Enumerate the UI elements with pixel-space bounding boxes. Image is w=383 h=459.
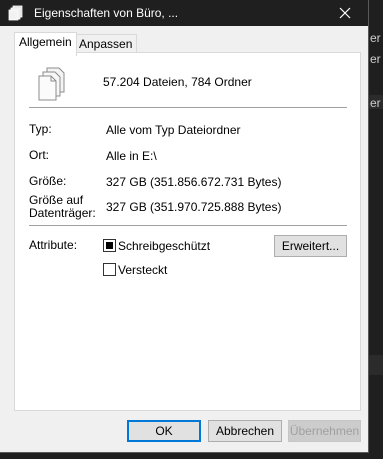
location-value: Alle in E:\ [106,149,157,163]
hidden-checkbox-box[interactable] [103,263,116,276]
advanced-button-label: Erweitert... [281,239,340,253]
properties-dialog: Eigenschaften von Büro, ... Allgemein An… [0,0,369,453]
cancel-button-label: Abbrechen [215,424,275,438]
type-value: Alle vom Typ Dateiordner [106,123,241,137]
background-text: er [370,96,381,110]
hidden-checkbox-label: Versteckt [118,263,168,277]
general-panel: 57.204 Dateien, 784 Ordner Typ: Alle vom… [14,52,361,411]
close-icon [339,7,351,19]
separator [29,225,347,226]
ok-button-label: OK [155,424,173,438]
advanced-button[interactable]: Erweitert... [274,235,347,257]
separator [29,107,347,108]
tab-allgemein[interactable]: Allgemein [14,32,77,56]
summary-text: 57.204 Dateien, 784 Ordner [103,75,252,89]
background-text: er [370,31,381,45]
readonly-checkbox-label: Schreibgeschützt [118,239,211,253]
multiple-files-icon [35,67,71,101]
window-title: Eigenschaften von Büro, ... [34,6,179,20]
disk-size-value: 327 GB (351.970.725.888 Bytes) [106,200,282,214]
cancel-button[interactable]: Abbrechen [208,420,282,442]
disk-size-label-line2: Datenträger: [29,206,96,220]
size-label: Größe: [29,174,67,188]
size-value: 327 GB (351.856.672.731 Bytes) [106,175,282,189]
background-text: er [370,52,381,66]
apply-button-label: Übernehmen [289,424,360,438]
tab-label: Allgemein [19,35,72,49]
attributes-label: Attribute: [29,238,78,252]
tab-label: Anpassen [79,37,133,51]
readonly-checkbox-box[interactable] [103,239,116,252]
folder-stack-icon [8,5,24,21]
apply-button[interactable]: Übernehmen [288,420,361,442]
location-label: Ort: [29,148,49,162]
type-label: Typ: [29,122,52,136]
close-button[interactable] [322,0,368,26]
title-bar[interactable]: Eigenschaften von Büro, ... [0,0,368,26]
ok-button[interactable]: OK [127,420,201,442]
